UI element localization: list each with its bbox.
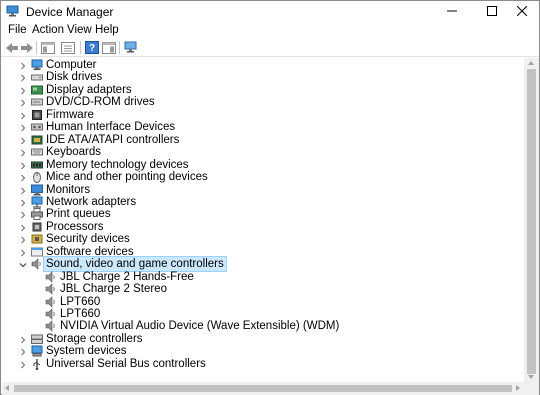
- horizontal-scrollbar[interactable]: [2, 382, 524, 395]
- chevron-right-icon[interactable]: [19, 148, 27, 157]
- hid-icon: [31, 121, 43, 133]
- processor-icon: [31, 221, 43, 233]
- system-device-icon: [31, 345, 43, 357]
- menu-action[interactable]: Action: [32, 24, 64, 36]
- tree-item-label: Universal Serial Bus controllers: [46, 357, 206, 370]
- svg-text:?: ?: [89, 43, 95, 54]
- mouse-icon: [31, 171, 43, 184]
- chevron-right-icon[interactable]: [19, 123, 27, 132]
- speaker-icon: [45, 320, 57, 333]
- chevron-right-icon[interactable]: [19, 136, 27, 145]
- tree-category-usb[interactable]: Universal Serial Bus controllers: [2, 358, 522, 371]
- action-pane-icon[interactable]: [101, 40, 117, 55]
- computer-icon: [31, 59, 43, 71]
- dvd-drive-icon: [31, 96, 43, 108]
- speaker-icon: [45, 283, 57, 295]
- disk-drive-icon: [31, 71, 43, 83]
- scroll-right-icon[interactable]: [516, 385, 520, 391]
- speaker-icon: [31, 258, 43, 270]
- speaker-icon: [45, 270, 57, 283]
- maximize-button[interactable]: [475, 1, 509, 21]
- toolbar-separator: [36, 41, 37, 54]
- display-adapter-icon: [31, 84, 43, 96]
- device-manager-app-icon: [6, 5, 20, 17]
- chevron-right-icon[interactable]: [19, 111, 27, 120]
- chevron-right-icon[interactable]: [19, 223, 27, 232]
- toolbar-separator: [119, 41, 120, 54]
- chevron-right-icon[interactable]: [19, 360, 27, 369]
- chevron-right-icon[interactable]: [19, 186, 27, 194]
- show-hide-console-tree-icon[interactable]: [40, 40, 56, 55]
- scrollbar-corner: [524, 382, 539, 395]
- horizontal-scroll-thumb[interactable]: [14, 385, 512, 392]
- vertical-scrollbar[interactable]: [524, 58, 539, 382]
- chevron-right-icon[interactable]: [19, 73, 27, 82]
- title-bar[interactable]: Device Manager: [1, 1, 539, 21]
- device-manager-window: Device Manager File Action View Help ? C…: [0, 0, 540, 395]
- security-device-icon: [31, 233, 43, 245]
- chevron-right-icon[interactable]: [19, 98, 27, 107]
- toolbar: ?: [1, 39, 539, 57]
- menu-bar: File Action View Help: [1, 21, 539, 39]
- scroll-down-icon[interactable]: [528, 375, 534, 379]
- chevron-right-icon[interactable]: [19, 86, 27, 95]
- speaker-icon: [45, 295, 57, 308]
- help-icon[interactable]: ?: [84, 40, 100, 55]
- chevron-right-icon[interactable]: [19, 235, 27, 244]
- properties-pane-icon[interactable]: [60, 40, 76, 55]
- back-icon[interactable]: [4, 40, 20, 55]
- chevron-right-icon[interactable]: [19, 335, 27, 344]
- monitor-icon: [31, 184, 43, 196]
- chevron-right-icon[interactable]: [19, 210, 27, 219]
- forward-icon[interactable]: [19, 40, 35, 55]
- vertical-scroll-thumb[interactable]: [527, 69, 536, 374]
- chevron-right-icon[interactable]: [19, 161, 27, 169]
- chevron-right-icon[interactable]: [19, 61, 27, 70]
- close-button[interactable]: [505, 1, 539, 21]
- software-device-icon: [31, 246, 43, 258]
- chevron-right-icon[interactable]: [19, 173, 27, 182]
- chevron-down-icon[interactable]: [19, 260, 27, 268]
- menu-file[interactable]: File: [8, 24, 27, 36]
- speaker-icon: [45, 308, 57, 320]
- memory-icon: [31, 159, 43, 171]
- menu-view[interactable]: View: [67, 24, 92, 36]
- device-tree: Computer Disk drives Display adapters DVD/C…: [2, 58, 524, 382]
- usb-icon: [31, 358, 43, 371]
- ide-controller-icon: [31, 134, 43, 146]
- chevron-right-icon[interactable]: [19, 198, 27, 207]
- firmware-icon: [31, 109, 43, 121]
- printer-icon: [31, 208, 43, 221]
- storage-controller-icon: [31, 333, 43, 345]
- network-adapter-icon: [31, 196, 43, 208]
- scan-hardware-changes-icon[interactable]: [123, 40, 139, 55]
- keyboard-icon: [31, 146, 43, 158]
- window-title: Device Manager: [26, 5, 114, 19]
- chevron-right-icon[interactable]: [19, 347, 27, 356]
- menu-help[interactable]: Help: [95, 24, 119, 36]
- scroll-left-icon[interactable]: [5, 385, 9, 391]
- toolbar-separator: [80, 41, 81, 54]
- chevron-right-icon[interactable]: [19, 248, 27, 257]
- minimize-button[interactable]: [435, 1, 469, 21]
- scroll-up-icon[interactable]: [528, 61, 534, 65]
